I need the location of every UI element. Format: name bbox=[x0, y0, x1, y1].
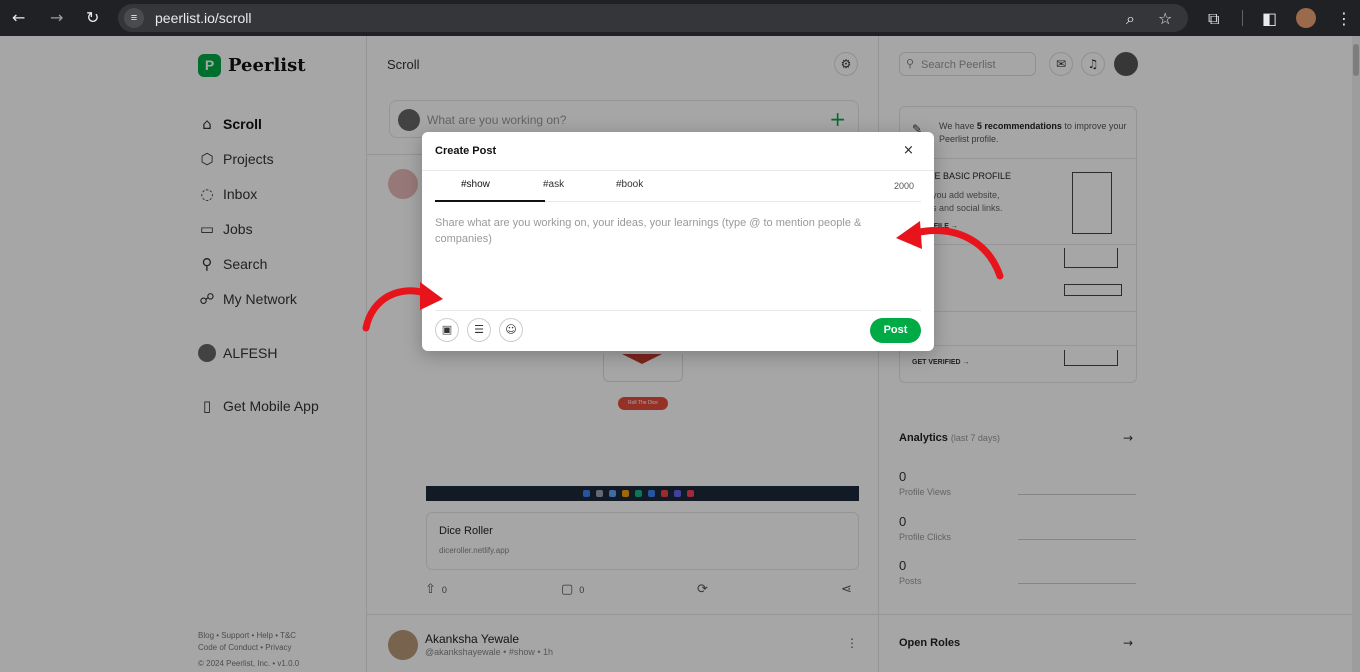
address-bar[interactable]: ≡ peerlist.io/scroll bbox=[118, 4, 1188, 32]
arrow-to-image-upload bbox=[362, 287, 432, 332]
reload-icon[interactable]: ↻ bbox=[86, 8, 99, 27]
back-arrow-icon[interactable]: ← bbox=[12, 8, 25, 27]
bookmark-star-icon[interactable]: ☆ bbox=[1158, 9, 1172, 28]
extensions-icon[interactable]: ⧉ bbox=[1208, 9, 1219, 29]
profile-avatar[interactable] bbox=[1296, 8, 1316, 28]
site-info-icon[interactable]: ≡ bbox=[124, 8, 144, 28]
peerlist-page: P Peerlist ⌂ Scroll ⬡ Projects ◌ Inbox ▭… bbox=[0, 36, 1360, 672]
arrowhead bbox=[420, 282, 443, 310]
annotation-arrows bbox=[362, 221, 1004, 332]
arrowhead bbox=[896, 221, 922, 249]
side-panel-icon[interactable]: ◧ bbox=[1262, 9, 1277, 28]
arrow-to-text-input bbox=[911, 227, 1004, 280]
forward-arrow-icon[interactable]: → bbox=[50, 8, 63, 27]
url-text[interactable]: peerlist.io/scroll bbox=[155, 10, 251, 26]
toolbar-divider bbox=[1242, 10, 1243, 26]
menu-kebab-icon[interactable]: ⋮ bbox=[1336, 9, 1352, 28]
zoom-icon[interactable]: ⌕ bbox=[1126, 9, 1135, 29]
browser-toolbar: ← → ↻ ≡ peerlist.io/scroll ⌕ ☆ ⧉ ◧ ⋮ bbox=[0, 0, 1360, 36]
